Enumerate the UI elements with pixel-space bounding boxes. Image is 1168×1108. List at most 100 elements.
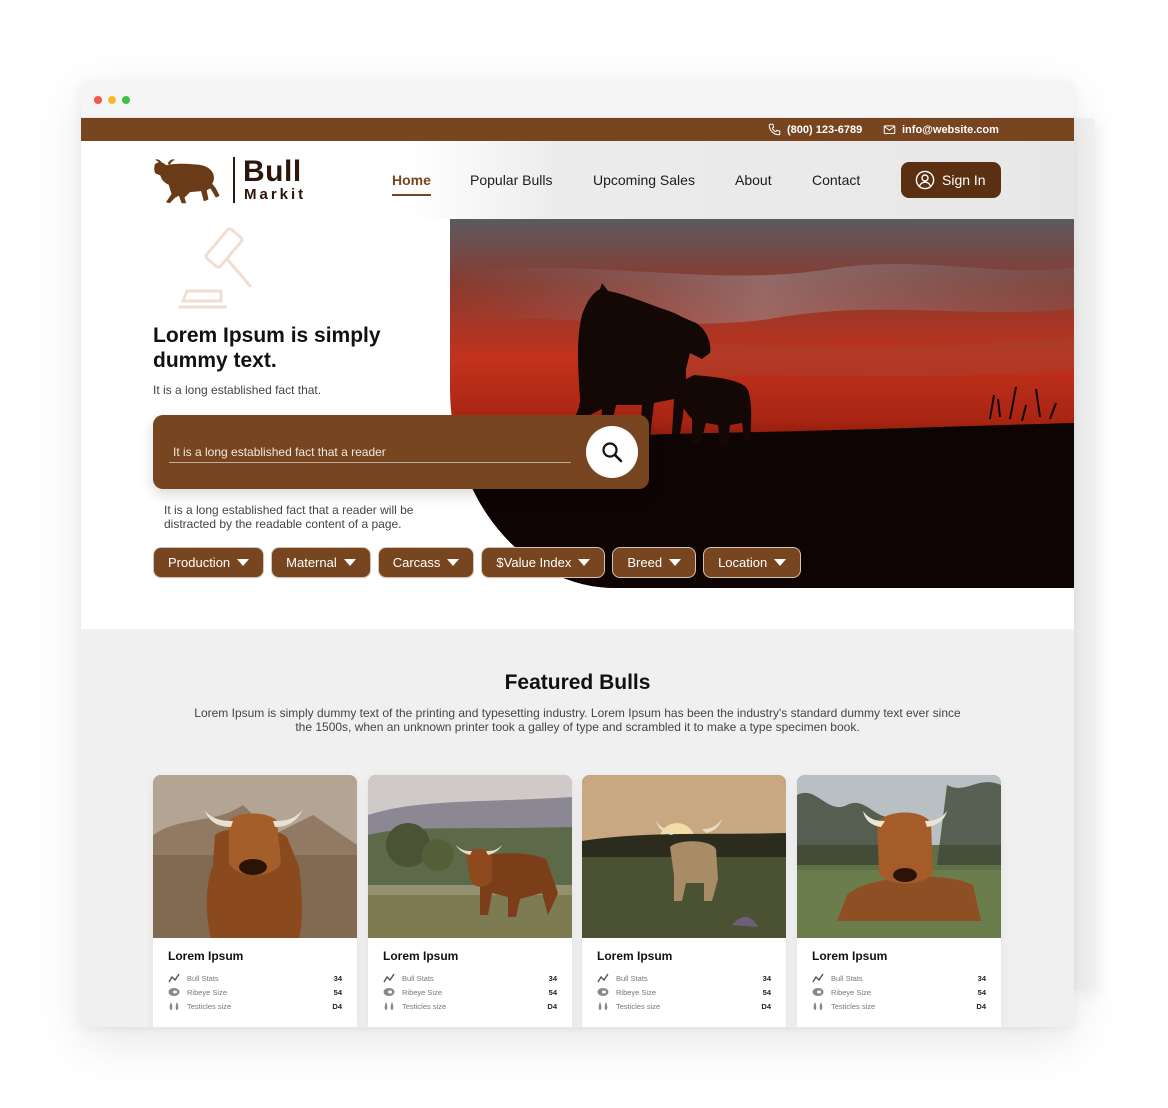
stat-label: Testicles size — [402, 1001, 447, 1011]
hero-description: It is a long established fact that a rea… — [164, 503, 414, 531]
filter-maternal[interactable]: Maternal — [271, 547, 371, 578]
bull-name: Lorem Ipsum — [597, 949, 673, 963]
email-link[interactable]: info@website.com — [883, 123, 999, 136]
stat-row-testicles-size: Testicles size D4 — [168, 1000, 342, 1012]
stat-row-testicles-size: Testicles size D4 — [597, 1000, 771, 1012]
sign-in-label: Sign In — [942, 172, 986, 188]
filter-carcass[interactable]: Carcass — [377, 547, 475, 578]
logo[interactable]: Bull Markit — [153, 155, 323, 207]
main-navigation: Bull Markit Home Popular Bulls Upcoming … — [81, 141, 1074, 219]
nav-contact[interactable]: Contact — [812, 172, 860, 188]
stat-value: D4 — [761, 1001, 771, 1011]
chart-icon — [383, 973, 395, 983]
logo-divider — [233, 157, 235, 203]
stat-row-ribeye-size: Ribeye Size 54 — [383, 986, 557, 998]
bull-card[interactable]: Lorem Ipsum Bull Stats 34 Ribeye Size 54 T… — [153, 775, 357, 1027]
hero-title: Lorem Ipsum is simply dummy text. — [153, 324, 381, 372]
filter-location[interactable]: Location — [703, 547, 802, 578]
nav-home[interactable]: Home — [392, 172, 431, 196]
steak-icon — [597, 988, 609, 996]
bull-logo-icon — [154, 159, 220, 204]
logo-word-bull: Bull — [243, 155, 302, 188]
nav-popular-bulls[interactable]: Popular Bulls — [470, 172, 553, 188]
browser-window: (800) 123-6789 info@website.com Bull Mar… — [81, 81, 1074, 1027]
stat-row-bull-stats: Bull Stats 34 — [812, 972, 986, 984]
phone-icon — [768, 123, 781, 136]
phone-link[interactable]: (800) 123-6789 — [768, 123, 862, 136]
drops-icon — [813, 1002, 823, 1010]
close-dot[interactable] — [94, 96, 102, 104]
stat-label: Ribeye Size — [402, 987, 443, 997]
filter-label: Breed — [627, 555, 663, 570]
filter-label: $Value Index — [496, 555, 572, 570]
user-icon — [915, 170, 935, 190]
stat-label: Bull Stats — [831, 973, 863, 983]
stat-label: Bull Stats — [187, 973, 219, 983]
caret-down-icon — [447, 559, 460, 566]
stat-row-bull-stats: Bull Stats 34 — [168, 972, 342, 984]
search-input[interactable] — [169, 441, 571, 463]
stat-row-testicles-size: Testicles size D4 — [812, 1000, 986, 1012]
search-button[interactable] — [586, 426, 638, 478]
drops-icon — [169, 1002, 179, 1010]
stat-value: 34 — [762, 973, 771, 983]
caret-down-icon — [578, 559, 591, 566]
filter-value-index[interactable]: $Value Index — [481, 547, 606, 578]
bull-name: Lorem Ipsum — [383, 949, 459, 963]
nav-about[interactable]: About — [735, 172, 772, 188]
filter-label: Location — [718, 555, 768, 570]
bull-photo — [368, 775, 572, 938]
stat-value: 34 — [333, 973, 342, 983]
featured-description: Lorem Ipsum is simply dummy text of the … — [194, 706, 961, 734]
filter-production[interactable]: Production — [153, 547, 265, 578]
stat-label: Bull Stats — [616, 973, 648, 983]
browser-chrome — [81, 81, 1074, 118]
stat-label: Testicles size — [831, 1001, 876, 1011]
background-card — [1074, 118, 1094, 990]
bull-photo — [153, 775, 357, 938]
stat-label: Ribeye Size — [616, 987, 657, 997]
stat-value: D4 — [332, 1001, 342, 1011]
filter-breed[interactable]: Breed — [612, 547, 697, 578]
filter-label: Maternal — [286, 555, 337, 570]
bull-card[interactable]: Lorem Ipsum Bull Stats 34 Ribeye Size 54 T… — [582, 775, 786, 1027]
stat-label: Testicles size — [187, 1001, 232, 1011]
stat-row-testicles-size: Testicles size D4 — [383, 1000, 557, 1012]
stat-value: 54 — [762, 987, 771, 997]
stat-row-ribeye-size: Ribeye Size 54 — [168, 986, 342, 998]
stat-value: 54 — [333, 987, 342, 997]
stat-label: Testicles size — [616, 1001, 661, 1011]
bull-photo — [582, 775, 786, 938]
sign-in-button[interactable]: Sign In — [901, 162, 1001, 198]
filter-bar: Production Maternal Carcass $Value Index… — [153, 547, 802, 578]
steak-icon — [383, 988, 395, 996]
email-address: info@website.com — [902, 123, 999, 136]
maximize-dot[interactable] — [122, 96, 130, 104]
chart-icon — [812, 973, 824, 983]
hero-subtitle: It is a long established fact that. — [153, 383, 322, 397]
hero-image — [450, 219, 1074, 588]
steak-icon — [812, 988, 824, 996]
gavel-icon — [179, 227, 253, 309]
stat-value: 34 — [548, 973, 557, 983]
bull-card[interactable]: Lorem Ipsum Bull Stats 34 Ribeye Size 54 T… — [368, 775, 572, 1027]
contact-bar: (800) 123-6789 info@website.com — [81, 118, 1074, 141]
phone-number: (800) 123-6789 — [787, 123, 863, 136]
stat-row-bull-stats: Bull Stats 34 — [597, 972, 771, 984]
stat-value: D4 — [547, 1001, 557, 1011]
bull-card[interactable]: Lorem Ipsum Bull Stats 34 Ribeye Size 54 T… — [797, 775, 1001, 1027]
stat-row-ribeye-size: Ribeye Size 54 — [597, 986, 771, 998]
steak-icon — [168, 988, 180, 996]
nav-upcoming-sales[interactable]: Upcoming Sales — [593, 172, 695, 188]
caret-down-icon — [774, 559, 787, 566]
featured-title: Featured Bulls — [504, 671, 651, 694]
stat-value: D4 — [976, 1001, 986, 1011]
caret-down-icon — [237, 559, 250, 566]
bull-name: Lorem Ipsum — [812, 949, 888, 963]
bull-photo — [797, 775, 1001, 938]
stat-row-bull-stats: Bull Stats 34 — [383, 972, 557, 984]
filter-label: Production — [168, 555, 231, 570]
minimize-dot[interactable] — [108, 96, 116, 104]
logo-word-markit: Markit — [244, 186, 307, 203]
drops-icon — [384, 1002, 394, 1010]
